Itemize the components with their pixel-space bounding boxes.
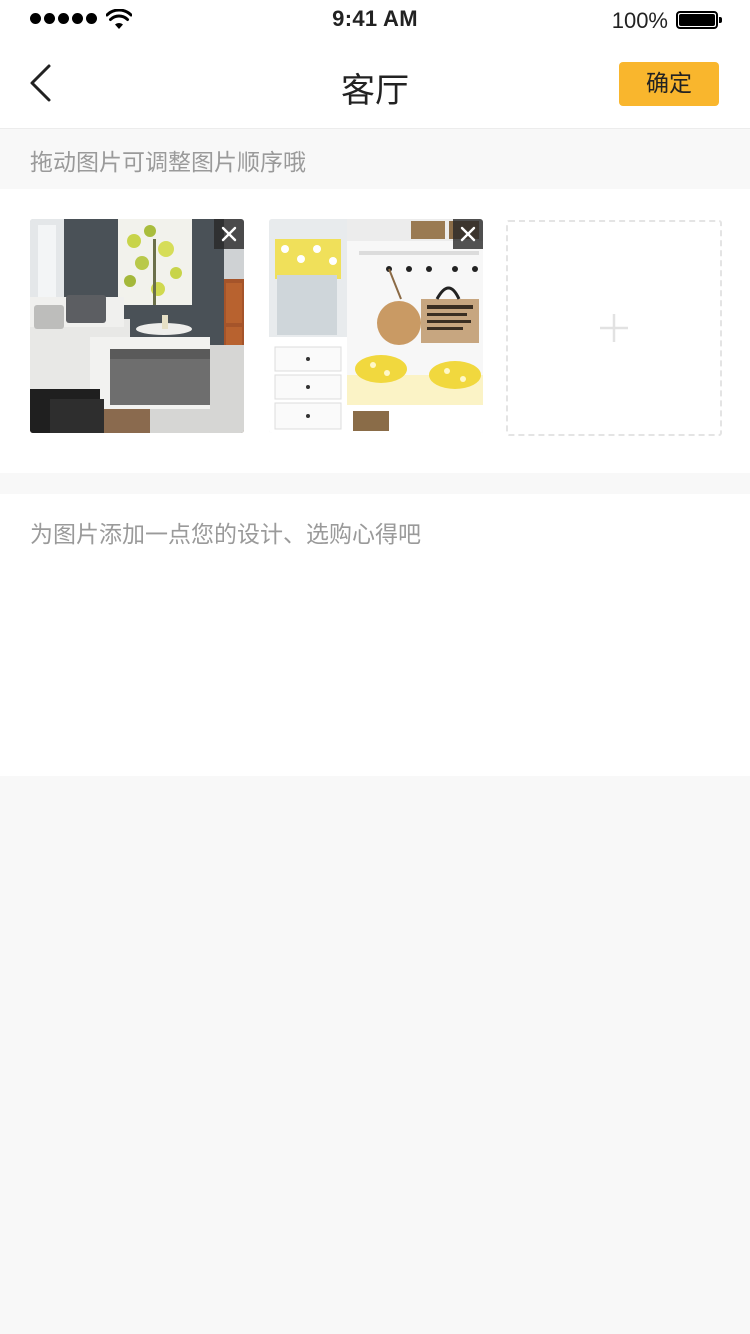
- close-icon: [221, 226, 237, 242]
- plus-icon: [600, 314, 628, 342]
- photo-thumbnail-living-room[interactable]: [30, 219, 244, 433]
- status-bar: 9:41 AM 100%: [0, 0, 750, 40]
- photo-grid: [0, 189, 750, 473]
- remove-photo-button[interactable]: [214, 219, 244, 249]
- photo-thumbnail-entryway[interactable]: [269, 219, 483, 433]
- nav-bar: 客厅 确定: [0, 40, 750, 129]
- notes-input[interactable]: [30, 514, 720, 754]
- remove-photo-button[interactable]: [453, 219, 483, 249]
- reorder-hint-text: 拖动图片可调整图片顺序哦: [30, 150, 306, 176]
- entryway-bench-photo: [269, 219, 483, 433]
- living-room-photo: [30, 219, 244, 433]
- hint-bar: 拖动图片可调整图片顺序哦: [0, 129, 750, 189]
- battery-icon: [676, 11, 722, 31]
- battery-percent: 100%: [611, 8, 668, 33]
- section-divider: [0, 473, 750, 494]
- chevron-left-icon: [30, 64, 51, 102]
- add-photo-button[interactable]: [506, 220, 722, 436]
- back-button[interactable]: [22, 58, 66, 108]
- close-icon: [460, 226, 476, 242]
- confirm-button[interactable]: 确定: [619, 62, 719, 106]
- notes-section: [0, 494, 750, 776]
